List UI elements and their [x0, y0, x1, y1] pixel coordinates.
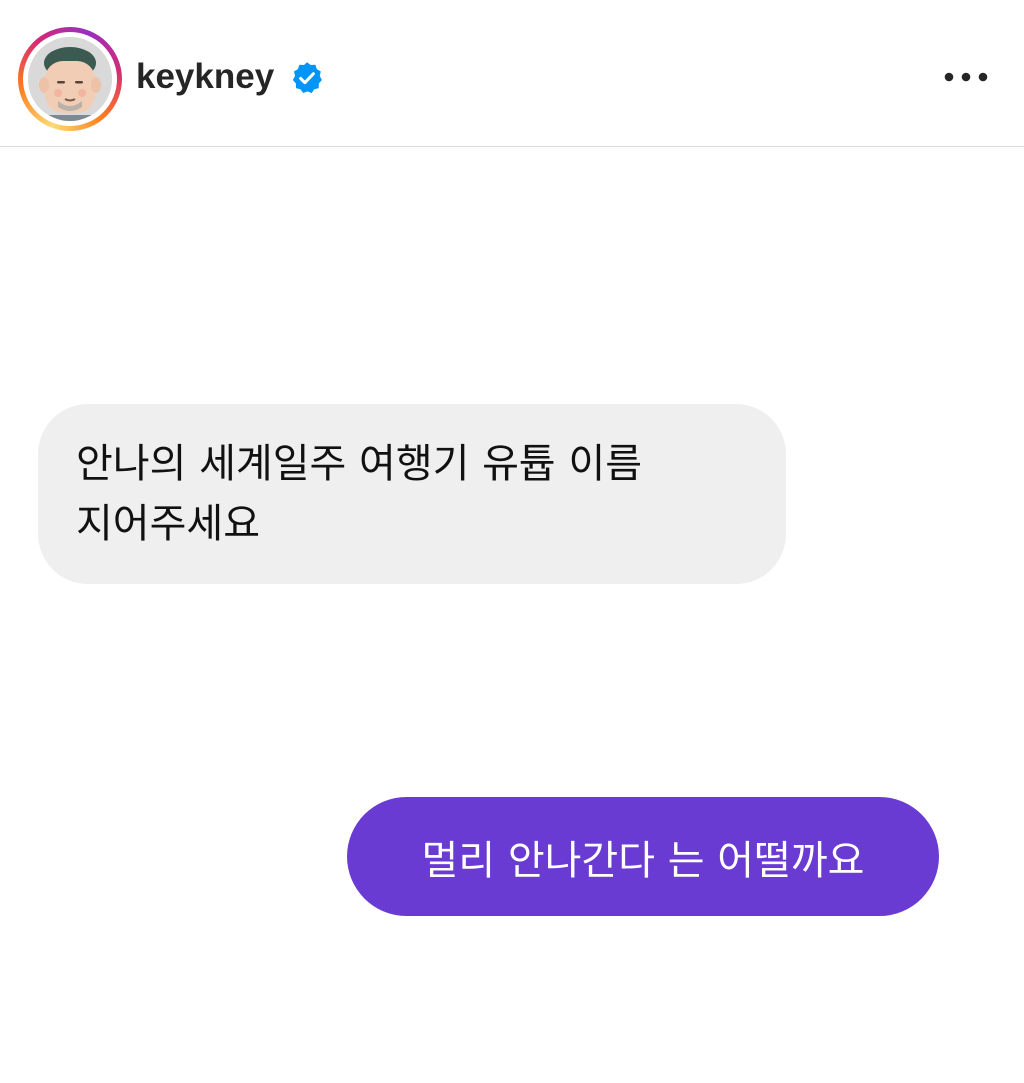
avatar[interactable] [28, 37, 112, 121]
verified-badge-icon [292, 62, 322, 94]
avatar-ring-gap [23, 32, 117, 126]
post-header: keykney [0, 0, 1024, 147]
username[interactable]: keykney [136, 52, 274, 102]
incoming-message-bubble: 안나의 세계일주 여행기 유튭 이름 지어주세요 [38, 404, 786, 584]
avatar-illustration-icon [28, 37, 112, 121]
outgoing-message-bubble: 멀리 안나간다 는 어떨까요 [347, 797, 939, 916]
story-ring[interactable] [18, 27, 122, 131]
incoming-message-text: 안나의 세계일주 여행기 유튭 이름 지어주세요 [76, 441, 643, 547]
more-options-icon[interactable] [940, 60, 992, 94]
outgoing-message-text: 멀리 안나간다 는 어떨까요 [421, 837, 865, 884]
